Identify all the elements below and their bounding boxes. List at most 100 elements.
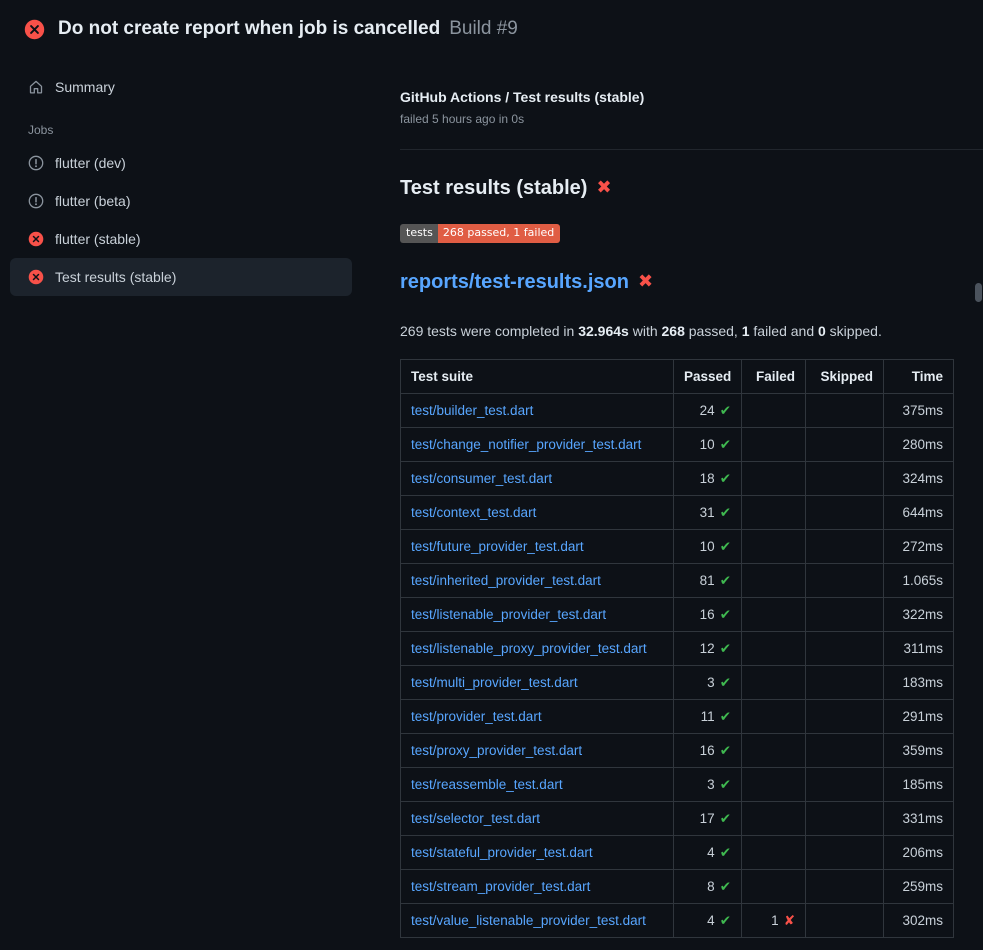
passed-cell: 16 ✔ [674,734,742,768]
suite-cell: test/context_test.dart [401,496,674,530]
passed-count: 3 [707,777,715,792]
passed-count: 12 [700,641,715,656]
test-suite-row: test/context_test.dart31✔644ms [401,496,954,530]
failed-status-icon [28,231,44,247]
test-suite-link[interactable]: test/inherited_provider_test.dart [411,573,601,588]
build-failed-icon [24,19,45,40]
sidebar-summary-label: Summary [55,79,115,95]
check-icon: ✔ [720,811,731,827]
test-suite-link[interactable]: test/change_notifier_provider_test.dart [411,437,641,452]
test-suite-link[interactable]: test/future_provider_test.dart [411,539,584,554]
sidebar-job-test-results-stable[interactable]: Test results (stable) [10,258,352,296]
test-suite-link[interactable]: test/selector_test.dart [411,811,540,826]
suite-cell: test/builder_test.dart [401,394,674,428]
badge-label: tests [400,224,438,243]
test-suite-row: test/future_provider_test.dart10✔272ms [401,530,954,564]
test-suite-link[interactable]: test/provider_test.dart [411,709,542,724]
test-suite-link[interactable]: test/multi_provider_test.dart [411,675,578,690]
suite-cell: test/stream_provider_test.dart [401,870,674,904]
check-icon: ✔ [720,437,731,453]
test-suite-link[interactable]: test/listenable_provider_test.dart [411,607,606,622]
time-cell: 324ms [884,462,954,496]
sidebar-job-flutter-dev[interactable]: flutter (dev) [10,144,352,182]
passed-cell: 18✔ [674,462,742,496]
check-icon: ✔ [720,777,731,793]
passed-count: 81 [700,573,715,588]
passed-count: 16 [700,743,715,758]
test-suite-link[interactable]: test/reassemble_test.dart [411,777,563,792]
job-label: flutter (beta) [55,193,130,209]
passed-cell: 24✔ [674,394,742,428]
table-header-row: Test suitePassedFailedSkippedTime [401,360,954,394]
passed-count: 8 [707,879,715,894]
time-cell: 1.065s [884,564,954,598]
time-cell: 185ms [884,768,954,802]
test-suite-link[interactable]: test/listenable_proxy_provider_test.dart [411,641,647,656]
passed-cell: 4✔ [674,904,742,938]
skipped-cell [806,530,884,564]
sidebar-job-flutter-stable[interactable]: flutter (stable) [10,220,352,258]
test-suite-link[interactable]: test/stream_provider_test.dart [411,879,590,894]
summary-part5: skipped. [826,323,882,339]
suite-cell: test/provider_test.dart [401,700,674,734]
sidebar-job-flutter-beta[interactable]: flutter (beta) [10,182,352,220]
test-suite-link[interactable]: test/context_test.dart [411,505,536,520]
job-status-line: failed 5 hours ago in 0s [400,112,983,127]
test-suite-link[interactable]: test/proxy_provider_test.dart [411,743,582,758]
suite-cell: test/consumer_test.dart [401,462,674,496]
check-icon: ✔ [720,641,731,657]
passed-count: 16 [700,607,715,622]
build-number: Build #9 [449,18,518,40]
suite-cell: test/change_notifier_provider_test.dart [401,428,674,462]
sidebar: Summary Jobs flutter (dev)flutter (beta)… [0,52,370,296]
job-detail-panel: GitHub Actions / Test results (stable) f… [370,52,983,938]
suite-cell: test/listenable_proxy_provider_test.dart [401,632,674,666]
suite-cell: test/future_provider_test.dart [401,530,674,564]
test-suite-link[interactable]: test/stateful_provider_test.dart [411,845,593,860]
failed-cell [742,598,806,632]
skipped-cell [806,462,884,496]
badge-value: 268 passed, 1 failed [438,224,560,243]
skipped-cell [806,632,884,666]
failed-cell [742,870,806,904]
column-header-failed: Failed [742,360,806,394]
summary-part2: with [629,323,662,339]
failed-cell [742,734,806,768]
build-header: Do not create report when job is cancell… [0,0,983,52]
scrollbar-thumb[interactable] [975,283,982,302]
failed-cell: 1✘ [742,904,806,938]
check-icon: ✔ [720,573,731,589]
test-suite-row: test/reassemble_test.dart 3 ✔ 185ms [401,768,954,802]
report-file-link[interactable]: reports/test-results.json [400,269,629,295]
passed-cell: 11✔ [674,700,742,734]
home-icon [28,79,44,95]
check-icon: ✔ [720,675,731,691]
passed-cell: 81 ✔ [674,564,742,598]
time-cell: 311ms [884,632,954,666]
passed-cell: 31✔ [674,496,742,530]
failed-cell [742,700,806,734]
failed-cell [742,632,806,666]
test-suite-row: test/value_listenable_provider_test.dart… [401,904,954,938]
test-suite-link[interactable]: test/value_listenable_provider_test.dart [411,913,646,928]
skipped-cell [806,904,884,938]
failed-x-icon: ✖ [596,179,611,197]
jobs-list: flutter (dev) flutter (beta) flutter (stab… [10,144,352,296]
test-suite-link[interactable]: test/consumer_test.dart [411,471,552,486]
passed-cell: 10✔ [674,530,742,564]
failed-status-icon [28,269,44,285]
failed-cell [742,462,806,496]
skipped-cell [806,564,884,598]
check-icon: ✔ [720,743,731,759]
passed-cell: 4✔ [674,836,742,870]
summary-part1: 269 tests were completed in [400,323,578,339]
test-suite-row: test/consumer_test.dart 18✔ 324ms [401,462,954,496]
suite-cell: test/selector_test.dart [401,802,674,836]
summary-passed-count: 268 [662,323,685,339]
time-cell: 375ms [884,394,954,428]
suite-cell: test/listenable_provider_test.dart [401,598,674,632]
time-cell: 302ms [884,904,954,938]
sidebar-item-summary[interactable]: Summary [10,68,352,106]
test-suite-link[interactable]: test/builder_test.dart [411,403,533,418]
summary-duration: 32.964s [578,323,629,339]
